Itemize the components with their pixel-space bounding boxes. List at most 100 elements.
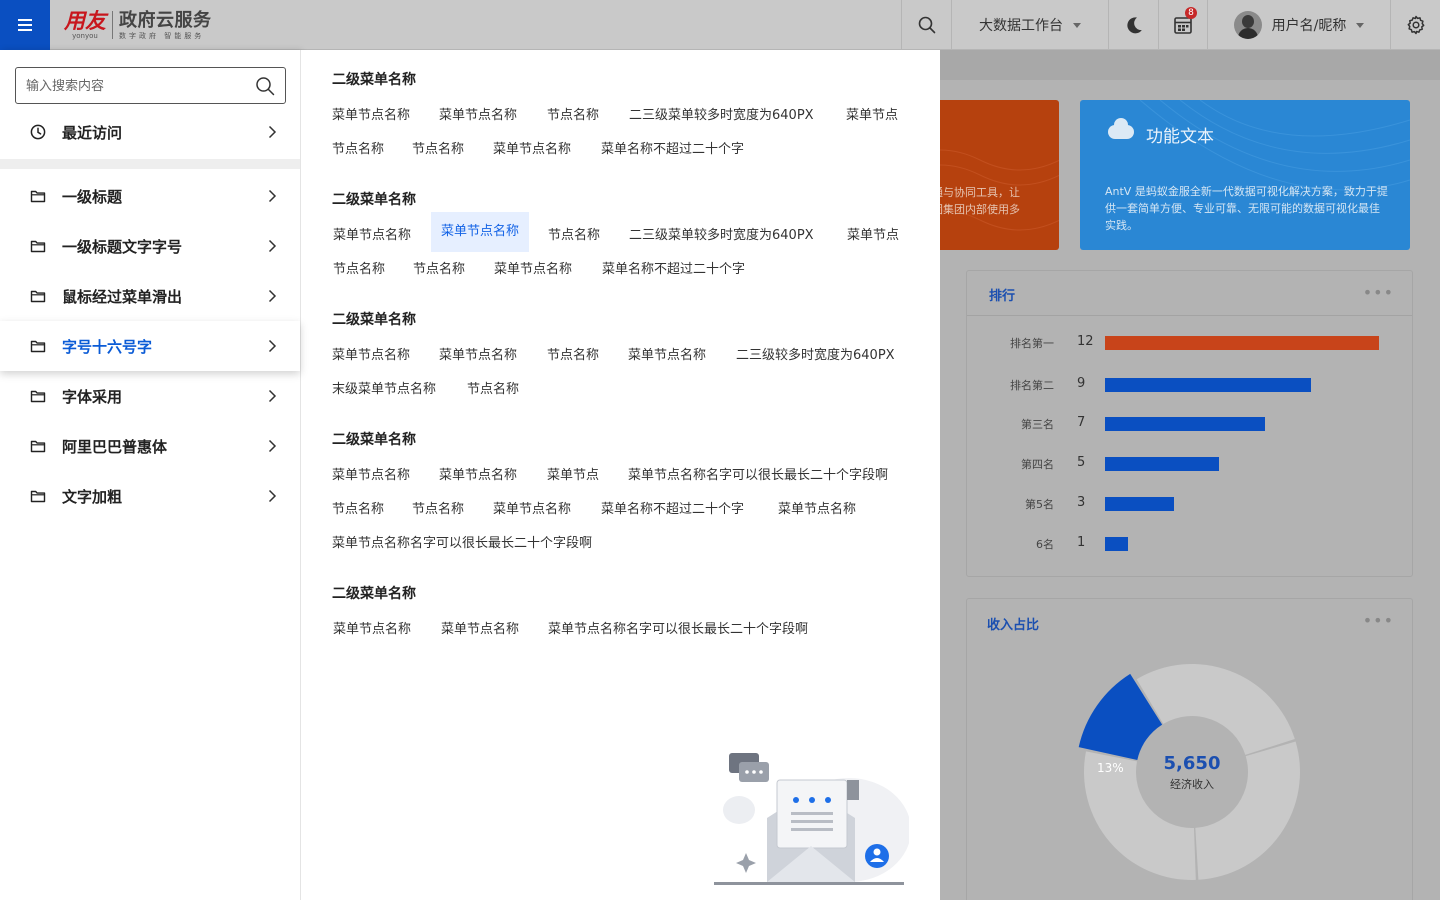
feature-card-blue[interactable]: 功能文本 AntV 是蚂蚁金服全新一代数据可视化解决方案，致力于提供一套简单方便…: [1080, 100, 1410, 250]
submenu-node[interactable]: 菜单名称不超过二十个字: [601, 498, 744, 517]
income-donut-chart: 5,650 经济收入 13%: [1077, 657, 1307, 887]
rank-row: 排名第二 9: [967, 375, 1414, 395]
sidebar-item-label: 阿里巴巴普惠体: [62, 438, 168, 456]
submenu-node[interactable]: 二三级菜单较多时宽度为640PX: [629, 224, 814, 243]
chevron-right-icon: [268, 239, 277, 253]
sidebar-item[interactable]: 文字加粗: [0, 471, 300, 521]
more-icon[interactable]: •••: [1363, 611, 1394, 630]
submenu-node[interactable]: 菜单节点名称: [441, 618, 519, 637]
submenu-node[interactable]: 菜单节点名称: [332, 344, 410, 363]
submenu-node[interactable]: 节点名称: [467, 378, 519, 397]
sidebar-item[interactable]: 鼠标经过菜单滑出: [0, 271, 300, 321]
submenu-node[interactable]: 节点名称: [333, 258, 385, 277]
donut-center-label: 经济收入: [1170, 777, 1214, 791]
submenu-node[interactable]: 菜单节点: [846, 104, 898, 123]
donut-center-value: 5,650: [1163, 752, 1221, 774]
sidebar-item-label: 一级标题文字字号: [62, 238, 183, 256]
submenu-node[interactable]: 菜单名称不超过二十个字: [602, 258, 745, 277]
submenu-node[interactable]: 菜单节点: [847, 224, 899, 243]
logo-text: 政府云服务 数字政府 智能服务: [119, 10, 212, 41]
rank-label: 第三名: [1021, 418, 1054, 431]
chevron-right-icon: [268, 289, 277, 303]
submenu-node[interactable]: 节点名称: [548, 224, 600, 243]
submenu-node[interactable]: 节点名称: [547, 104, 599, 123]
submenu-node[interactable]: 菜单节点名称名字可以很长最长二十个字段啊: [332, 532, 592, 551]
submenu-node[interactable]: 菜单节点名称: [493, 498, 571, 517]
sidebar-item[interactable]: 一级标题: [0, 171, 300, 221]
income-panel-title: 收入占比: [987, 618, 1040, 633]
workbench-dropdown[interactable]: 大数据工作台: [951, 0, 1108, 50]
submenu-node[interactable]: 节点名称: [332, 498, 384, 517]
submenu-node[interactable]: 节点名称: [332, 138, 384, 157]
sidebar-item-recent[interactable]: 最近访问: [0, 107, 300, 157]
more-icon[interactable]: •••: [1363, 283, 1394, 302]
notification-badge: 8: [1185, 7, 1197, 19]
card-orange-line: 团集团内部使用多: [932, 203, 1020, 216]
submenu-node[interactable]: 节点名称: [412, 498, 464, 517]
submenu-node[interactable]: 二三级菜单较多时宽度为640PX: [629, 104, 814, 123]
top-header: 用友 yonyou 政府云服务 数字政府 智能服务 大数据工作台 8 用户名/昵…: [0, 0, 1440, 50]
submenu-node[interactable]: 菜单节点名称: [493, 138, 571, 157]
submenu-node[interactable]: 菜单节点: [547, 464, 599, 483]
submenu-node[interactable]: 菜单节点名称: [778, 498, 856, 517]
submenu-node[interactable]: 菜单节点名称: [494, 258, 572, 277]
submenu-node[interactable]: 二三级较多时宽度为640PX: [736, 344, 895, 363]
chevron-right-icon: [268, 189, 277, 203]
app-logo[interactable]: 用友 yonyou 政府云服务 数字政府 智能服务: [64, 8, 212, 42]
rank-bar: [1105, 378, 1311, 392]
hamburger-icon: [18, 19, 32, 31]
submenu-node[interactable]: 菜单节点名称: [439, 104, 517, 123]
submenu-node[interactable]: 菜单节点名称: [628, 344, 706, 363]
hamburger-menu-button[interactable]: [0, 0, 50, 50]
sidebar-item-label: 鼠标经过菜单滑出: [62, 288, 183, 306]
submenu-node[interactable]: 末级菜单节点名称: [332, 378, 436, 397]
submenu-node[interactable]: 菜单节点名称名字可以很长最长二十个字段啊: [628, 464, 888, 483]
sidebar-item[interactable]: 阿里巴巴普惠体: [0, 421, 300, 471]
settings-button[interactable]: [1390, 0, 1440, 50]
submenu-group-title: 二级菜单名称: [332, 72, 416, 88]
sidebar-item-label: 字号十六号字: [62, 338, 153, 356]
submenu-node[interactable]: 菜单节点名称: [333, 618, 411, 637]
search-icon[interactable]: [255, 76, 275, 96]
cloud-icon: [1108, 118, 1134, 139]
sidebar-item-label: 最近访问: [62, 124, 123, 142]
rank-row: 第四名 5: [967, 454, 1414, 474]
caret-down-icon: [1073, 22, 1081, 28]
submenu-node[interactable]: 节点名称: [413, 258, 465, 277]
sidebar-item[interactable]: 字体采用: [0, 371, 300, 421]
submenu-node[interactable]: 菜单节点名称: [431, 212, 530, 252]
folder-icon: [30, 190, 46, 203]
rank-row: 6名 1: [967, 534, 1414, 554]
ranking-panel-title: 排行: [989, 289, 1016, 304]
menu-search-box[interactable]: [15, 67, 286, 104]
rank-bar: [1105, 497, 1174, 511]
user-menu-dropdown[interactable]: 用户名/昵称: [1207, 0, 1390, 50]
chevron-right-icon: [268, 339, 277, 353]
submenu-node[interactable]: 节点名称: [547, 344, 599, 363]
notification-button[interactable]: 8: [1158, 0, 1207, 50]
logo-brand: 用友: [64, 7, 106, 33]
submenu-node[interactable]: 菜单节点名称: [332, 464, 410, 483]
donut-slice-label: 13%: [1097, 761, 1124, 775]
submenu-node[interactable]: 菜单节点名称: [439, 344, 517, 363]
menu-search-input[interactable]: [26, 76, 246, 96]
folder-icon: [30, 290, 46, 303]
submenu-node[interactable]: 节点名称: [412, 138, 464, 157]
sidebar-item-label: 一级标题: [62, 188, 123, 206]
sidebar-item-label: 文字加粗: [62, 488, 123, 506]
theme-toggle-button[interactable]: [1108, 0, 1158, 50]
sidebar-item[interactable]: 一级标题文字字号: [0, 221, 300, 271]
submenu-node[interactable]: 菜单节点名称: [333, 224, 411, 243]
submenu-node[interactable]: 菜单节点名称名字可以很长最长二十个字段啊: [548, 618, 808, 637]
rank-value: 1: [1077, 535, 1086, 550]
submenu-node[interactable]: 菜单名称不超过二十个字: [601, 138, 744, 157]
sidebar-item[interactable]: 字号十六号字: [0, 321, 300, 371]
header-search-button[interactable]: [901, 0, 951, 50]
submenu-node[interactable]: 菜单节点名称: [439, 464, 517, 483]
rank-value: 3: [1077, 495, 1086, 510]
rank-bar: [1105, 417, 1265, 431]
rank-row: 第三名 7: [967, 414, 1414, 434]
logo-product-name: 政府云服务: [119, 9, 212, 31]
card-blue-title: 功能文本: [1146, 127, 1214, 147]
submenu-node[interactable]: 菜单节点名称: [332, 104, 410, 123]
